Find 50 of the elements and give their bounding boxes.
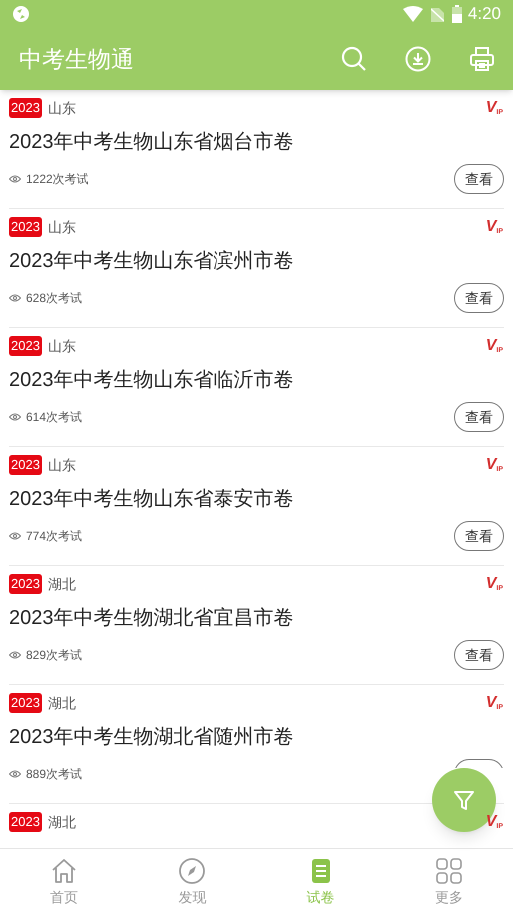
eye-icon — [9, 770, 21, 778]
printer-icon[interactable] — [469, 46, 495, 72]
paper-title[interactable]: 2023年中考生物山东省烟台市卷 — [9, 129, 504, 155]
region-label: 山东 — [48, 218, 76, 236]
download-icon[interactable] — [405, 46, 431, 72]
year-tag: 2023 — [9, 217, 42, 237]
view-button[interactable]: 查看 — [454, 640, 504, 670]
attempt-count: 774次考试 — [26, 528, 82, 545]
search-icon[interactable] — [341, 46, 367, 72]
year-tag: 2023 — [9, 455, 42, 475]
clock-time: 4:20 — [468, 3, 501, 26]
paper-title[interactable]: 2023年中考生物湖北省宜昌市卷 — [9, 605, 504, 631]
year-tag: 2023 — [9, 98, 42, 118]
eye-icon — [9, 413, 21, 421]
region-label: 湖北 — [48, 812, 76, 832]
paper-title[interactable]: 2023年中考生物湖北省随州市卷 — [9, 724, 504, 750]
region-label: 山东 — [48, 336, 76, 356]
view-button[interactable]: 查看 — [454, 283, 504, 313]
year-tag: 2023 — [9, 812, 42, 832]
region-label: 湖北 — [48, 694, 76, 712]
view-button[interactable]: 查看 — [454, 521, 504, 551]
attempt-count: 1222次考试 — [26, 171, 89, 188]
region-label: 山东 — [48, 98, 76, 118]
view-button[interactable]: 查看 — [454, 402, 504, 432]
grid-icon — [434, 857, 463, 885]
wifi-icon — [402, 6, 423, 22]
app-notification-icon — [12, 5, 30, 23]
eye-icon — [9, 294, 21, 302]
paper-title[interactable]: 2023年中考生物山东省滨州市卷 — [9, 248, 504, 274]
view-button[interactable]: 查看 — [454, 164, 504, 194]
no-sim-icon — [430, 6, 444, 22]
eye-icon — [9, 175, 21, 183]
region-label: 湖北 — [48, 574, 76, 594]
year-tag: 2023 — [9, 336, 42, 356]
attempt-count: 829次考试 — [26, 647, 82, 664]
attempt-count: 628次考试 — [26, 290, 82, 307]
attempt-count: 889次考试 — [26, 766, 82, 783]
year-tag: 2023 — [9, 574, 42, 594]
filter-icon — [453, 789, 475, 811]
eye-icon — [9, 532, 21, 540]
attempt-count: 614次考试 — [26, 409, 82, 426]
app-title: 中考生物通 — [19, 44, 135, 74]
year-tag: 2023 — [9, 693, 42, 713]
eye-icon — [9, 651, 21, 659]
house-icon — [50, 857, 78, 885]
region-label: 山东 — [48, 456, 76, 474]
paper-title[interactable]: 2023年中考生物山东省泰安市卷 — [9, 486, 504, 512]
compass-icon — [178, 857, 206, 885]
paper-title[interactable]: 2023年中考生物山东省临沂市卷 — [9, 367, 504, 393]
battery-icon — [452, 5, 462, 23]
